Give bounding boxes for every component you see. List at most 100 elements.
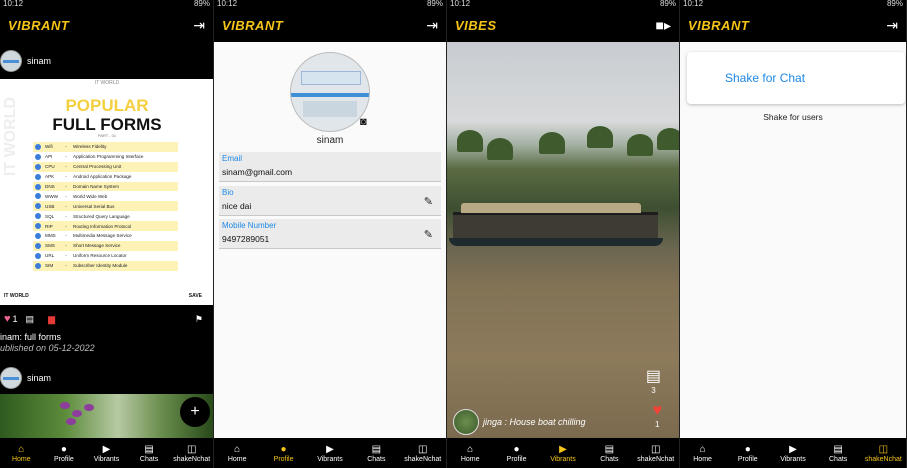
list-item: SIM - Subscriber Identity Module <box>33 260 178 271</box>
status-battery: 89% <box>426 0 443 8</box>
shake-screen: 10:12 89% VIBRANT ⇥ Shake for Chat Shake… <box>680 0 907 468</box>
status-time: 10:12 <box>3 0 24 8</box>
comment-icon: ▤ <box>645 368 661 385</box>
logout-icon[interactable]: ⇥ <box>426 17 438 34</box>
mobile-value: 9497289051 <box>222 234 270 244</box>
logout-icon[interactable]: ⇥ <box>193 17 205 34</box>
app-title: VIBRANT <box>222 17 284 33</box>
nav-profile[interactable]: ● Profile <box>262 444 306 463</box>
flag-icon[interactable]: ⚑ <box>195 314 203 325</box>
vibrate-icon: ◫ <box>186 443 197 455</box>
avatar[interactable] <box>0 367 22 389</box>
add-post-button[interactable]: + <box>180 397 210 427</box>
list-item: WWW - World Wide Web <box>33 191 178 201</box>
nav-vibrants[interactable]: ▶ Vibrants <box>308 444 352 463</box>
video-icon: ▶ <box>789 443 797 455</box>
chat-icon: ▤ <box>144 443 154 455</box>
app-title: VIBRANT <box>688 17 750 33</box>
status-time: 10:12 <box>217 0 238 8</box>
chat-icon: ▤ <box>833 443 843 455</box>
post-header[interactable]: sinam <box>0 367 51 389</box>
profile-screen: 10:12 89% VIBRANT ⇥ ◙ sinam Email sinam@… <box>214 0 447 468</box>
nav-shakenchat[interactable]: ◫ shakeNchat <box>401 444 445 463</box>
nav-shakenchat[interactable]: ◫ shakeNchat <box>634 444 678 463</box>
nav-chats[interactable]: ▤ Chats <box>587 444 631 463</box>
home-icon: ⌂ <box>234 443 241 455</box>
home-icon: ⌂ <box>699 443 706 455</box>
list-item: APK - Android Application Package <box>33 172 178 182</box>
list-item: MMS - Multimedia Message Service <box>33 231 178 241</box>
nav-vibrants[interactable]: ▶ Vibrants <box>771 444 815 463</box>
status-bar: 10:12 89% <box>0 0 213 8</box>
person-icon: ● <box>513 443 520 455</box>
poster-heading-2: FULL FORMS <box>52 115 162 134</box>
nav-chats[interactable]: ▤ Chats <box>354 444 398 463</box>
status-bar: 10:12 89% <box>447 0 679 8</box>
poster-heading-1: POPULAR <box>65 96 149 115</box>
nav-shakenchat[interactable]: ◫ shakeNchat <box>861 444 905 463</box>
profile-picture[interactable] <box>290 52 370 132</box>
list-item: CPU - Central Processing Unit <box>33 161 178 172</box>
poster-part: PART - 01 <box>97 133 117 138</box>
poster-footer-brand: IT WORLD <box>4 293 29 299</box>
status-battery: 89% <box>886 0 903 8</box>
comment-icon[interactable]: ▤ <box>26 314 35 325</box>
shake-for-users-text: Shake for users <box>763 112 823 122</box>
nav-vibrants[interactable]: ▶ Vibrants <box>541 444 585 463</box>
status-bar: 10:12 89% <box>680 0 906 8</box>
post-caption: inam: full forms <box>0 332 62 342</box>
list-item: DNS - Domain Name System <box>33 181 178 192</box>
nav-home[interactable]: ⌂ Home <box>0 444 43 463</box>
heart-icon: ♥ <box>652 402 663 419</box>
post-header[interactable]: sinam <box>0 50 51 72</box>
nav-home[interactable]: ⌂ Home <box>681 444 725 463</box>
nav-chats[interactable]: ▤ Chats <box>816 444 860 463</box>
post-date: ublished on 05-12-2022 <box>0 343 95 353</box>
heart-icon[interactable]: ♥ <box>4 313 11 325</box>
shake-for-chat-button[interactable]: Shake for Chat <box>687 52 905 104</box>
chat-icon: ▤ <box>604 443 615 455</box>
vibrate-icon: ◫ <box>418 443 428 455</box>
nav-chats[interactable]: ▤ Chats <box>128 444 171 463</box>
status-time: 10:12 <box>683 0 704 8</box>
avatar[interactable] <box>453 409 479 435</box>
nav-profile[interactable]: ● Profile <box>726 444 770 463</box>
list-item: Wifi - Wireless Fidelity <box>33 142 178 152</box>
vibes-screen: 10:12 89% VIBES ■▸ ▤ 3 ♥ 1 jinga : House… <box>447 0 680 468</box>
app-title: VIBRANT <box>8 17 70 33</box>
post-image[interactable]: IT WORLD IT WORLD POPULAR FULL FORMS PAR… <box>0 79 213 305</box>
nav-profile[interactable]: ● Profile <box>495 444 539 463</box>
avatar[interactable] <box>0 50 22 72</box>
poster-brand: IT WORLD <box>94 80 120 86</box>
nav-shakenchat[interactable]: ◫ shakeNchat <box>170 444 213 463</box>
video-camera-icon[interactable]: ■▸ <box>656 17 671 34</box>
comment-button[interactable]: ▤ 3 <box>646 366 661 395</box>
email-label: Email <box>222 154 243 163</box>
post-username[interactable]: sinam <box>27 56 51 66</box>
list-item: SMS - Short Message Service <box>33 240 178 251</box>
edit-icon[interactable]: ✎ <box>424 195 433 208</box>
nav-profile[interactable]: ● Profile <box>43 444 86 463</box>
status-bar: 10:12 89% <box>214 0 446 8</box>
chat-icon: ▤ <box>371 443 382 455</box>
houseboat <box>449 203 663 246</box>
post-actions: ♥ 1 ▤ ▆ ⚑ <box>0 311 213 327</box>
like-button[interactable]: ♥ 1 <box>653 402 663 429</box>
logout-icon[interactable]: ⇥ <box>886 17 898 34</box>
post-username[interactable]: sinam <box>27 373 51 383</box>
bottom-nav: ⌂ Home ● Profile ▶ Vibrants ▤ Chats ◫ shakeNc… <box>680 438 906 468</box>
status-battery: 89% <box>659 0 676 8</box>
comment-count: 3 <box>651 386 656 395</box>
home-icon: ⌂ <box>18 443 25 455</box>
nav-home[interactable]: ⌂ Home <box>215 444 259 463</box>
camera-icon[interactable]: ◙ <box>360 116 367 128</box>
video-icon: ▶ <box>326 443 334 455</box>
video-icon: ▶ <box>102 443 111 455</box>
video-icon: ▶ <box>559 443 567 455</box>
nav-vibrants[interactable]: ▶ Vibrants <box>85 444 128 463</box>
bio-label: Bio <box>222 188 234 197</box>
delete-icon[interactable]: ▆ <box>48 314 55 325</box>
nav-home[interactable]: ⌂ Home <box>448 444 492 463</box>
app-bar: VIBRANT ⇥ <box>214 8 446 42</box>
edit-icon[interactable]: ✎ <box>424 228 433 241</box>
